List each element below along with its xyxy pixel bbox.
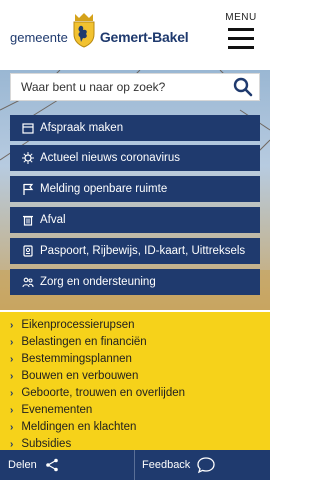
search-box (10, 73, 260, 101)
topic-link-bouwen[interactable]: › Bouwen en verbouwen (10, 370, 138, 382)
topic-label: Bouwen en verbouwen (21, 370, 139, 382)
tile-label: Paspoort, Rijbewijs, ID-kaart, Uittrekse… (40, 245, 246, 257)
topic-label: Evenementen (21, 404, 93, 416)
chevron-right-icon: › (10, 336, 14, 348)
speech-bubble-icon (197, 457, 215, 474)
tile-label: Zorg en ondersteuning (40, 276, 156, 288)
hamburger-bar (228, 37, 254, 40)
bottom-bar: Delen Feedback (0, 450, 270, 480)
footer-divider (134, 450, 135, 480)
tile-label: Afspraak maken (40, 122, 124, 134)
chevron-right-icon: › (10, 438, 14, 450)
chevron-right-icon: › (10, 370, 14, 382)
chevron-right-icon: › (10, 421, 14, 433)
menu-label: MENU (225, 12, 257, 23)
hamburger-bar (228, 46, 254, 49)
topic-label: Belastingen en financiën (21, 336, 147, 348)
chevron-right-icon: › (10, 387, 14, 399)
tile-label: Actueel nieuws coronavirus (40, 152, 180, 164)
tile-afspraak-maken[interactable]: Afspraak maken (10, 115, 260, 141)
search-input[interactable] (11, 74, 229, 100)
feedback-label: Feedback (142, 459, 191, 471)
share-icon (45, 458, 58, 472)
topic-link-evenementen[interactable]: › Evenementen (10, 404, 92, 416)
topic-label: Bestemmingsplannen (21, 353, 132, 365)
topic-label: Geboorte, trouwen en overlijden (21, 387, 185, 399)
flag-icon (22, 183, 34, 195)
tile-afval[interactable]: Afval (10, 207, 260, 233)
logo-name: Gemert-Bakel (99, 29, 189, 45)
share-button[interactable]: Delen (8, 458, 59, 472)
logo-prefix: gemeente (10, 29, 68, 45)
tile-zorg-en-ondersteuning[interactable]: Zorg en ondersteuning (10, 269, 260, 295)
id-card-icon (22, 245, 34, 257)
hamburger-bar (228, 28, 254, 31)
topic-link-geboorte[interactable]: › Geboorte, trouwen en overlijden (10, 387, 185, 399)
menu-button[interactable]: MENU (224, 12, 258, 55)
search-icon[interactable] (233, 77, 253, 97)
topic-link-belastingen[interactable]: › Belastingen en financiën (10, 336, 147, 348)
topic-link-eikenprocessierupsen[interactable]: › Eikenprocessierupsen (10, 319, 135, 331)
topic-link-meldingen[interactable]: › Meldingen en klachten (10, 421, 136, 433)
crest-icon (73, 13, 95, 48)
tile-label: Afval (40, 214, 66, 226)
calendar-icon (22, 122, 34, 134)
chevron-right-icon: › (10, 353, 14, 365)
share-label: Delen (8, 459, 37, 471)
topics-list: › Eikenprocessierupsen › Belastingen en … (0, 312, 270, 450)
site-header: gemeente Gemert-Bakel MENU (0, 0, 270, 70)
tile-corona-nieuws[interactable]: Actueel nieuws coronavirus (10, 145, 260, 171)
tile-label: Melding openbare ruimte (40, 183, 168, 195)
topic-label: Meldingen en klachten (21, 421, 137, 433)
tile-paspoort-rijbewijs[interactable]: Paspoort, Rijbewijs, ID-kaart, Uittrekse… (10, 238, 260, 264)
virus-icon (22, 152, 34, 164)
topic-link-subsidies[interactable]: › Subsidies (10, 438, 71, 450)
chevron-right-icon: › (10, 404, 14, 416)
topic-label: Subsidies (21, 438, 72, 450)
tile-melding-openbare-ruimte[interactable]: Melding openbare ruimte (10, 176, 260, 202)
topic-label: Eikenprocessierupsen (21, 319, 135, 331)
chevron-right-icon: › (10, 319, 14, 331)
people-icon (22, 276, 34, 288)
topic-link-bestemmingsplannen[interactable]: › Bestemmingsplannen (10, 353, 132, 365)
site-logo[interactable]: gemeente Gemert-Bakel (10, 12, 189, 48)
trash-icon (22, 214, 34, 226)
feedback-button[interactable]: Feedback (142, 456, 216, 474)
